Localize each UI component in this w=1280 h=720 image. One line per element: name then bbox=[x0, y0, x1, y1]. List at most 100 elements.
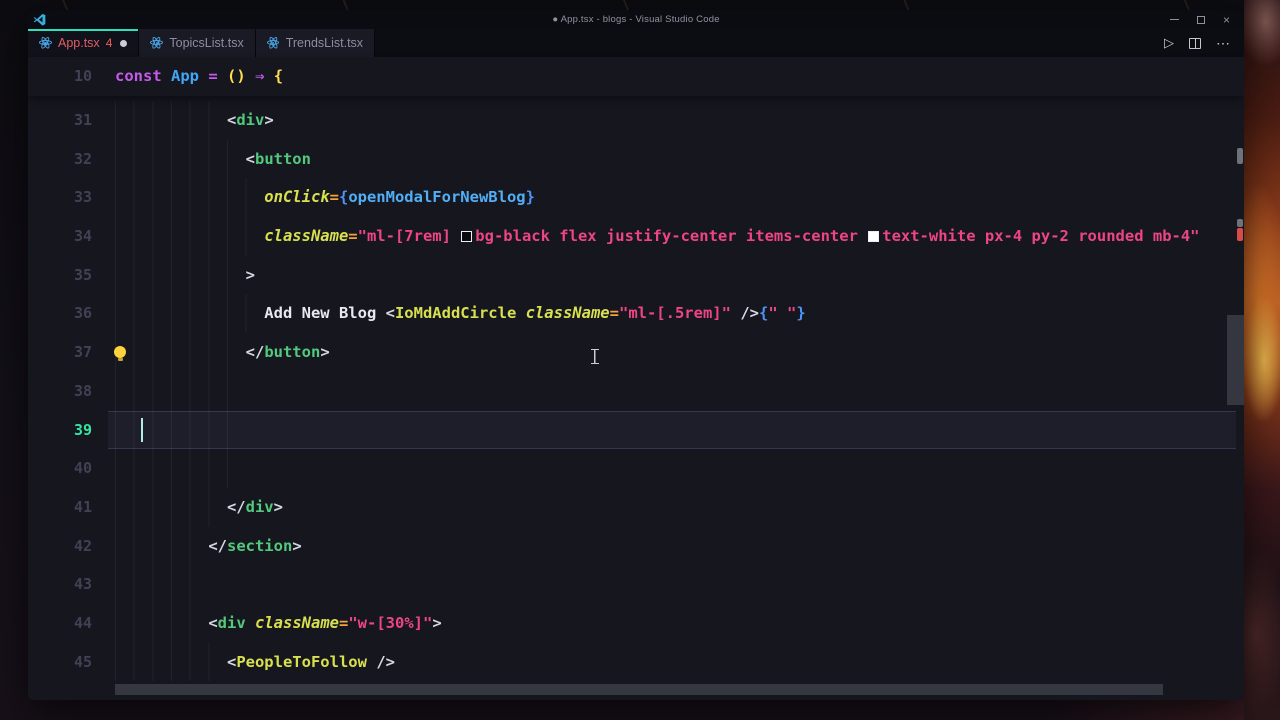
line-number[interactable]: 35 bbox=[28, 256, 92, 295]
line-number[interactable]: 32 bbox=[28, 140, 92, 179]
current-line-highlight bbox=[108, 410, 1236, 450]
code-line-32[interactable]: 32 <button bbox=[28, 139, 1244, 179]
line-number[interactable]: 34 bbox=[28, 217, 92, 256]
line-number[interactable]: 45 bbox=[28, 643, 92, 682]
code-line-38[interactable]: 38 bbox=[28, 371, 1244, 411]
more-actions-icon[interactable]: ⋯ bbox=[1216, 35, 1231, 52]
code-token: > bbox=[432, 613, 442, 632]
close-icon[interactable]: × bbox=[1223, 14, 1230, 26]
code-line-33[interactable]: 33 onClick={openModalForNewBlog} bbox=[28, 178, 1244, 218]
tab-topicslist-tsx[interactable]: TopicsList.tsx bbox=[139, 29, 256, 57]
line-number[interactable]: 39 bbox=[28, 411, 92, 450]
overview-ruler-mark bbox=[1236, 219, 1243, 227]
code-token: Add New Blog bbox=[264, 304, 386, 323]
indent-guides bbox=[115, 565, 199, 604]
code-token: bg-black flex justify-center items-cente… bbox=[475, 227, 868, 246]
code-token: () bbox=[227, 67, 246, 85]
line-number[interactable]: 40 bbox=[28, 449, 92, 488]
code-line-35[interactable]: 35 > bbox=[28, 255, 1244, 295]
tab-trendslist-tsx[interactable]: TrendsList.tsx bbox=[255, 29, 376, 57]
code-text: const App = () ⇒ { bbox=[115, 57, 283, 96]
code-token: App bbox=[171, 67, 200, 85]
color-swatch-icon bbox=[868, 231, 880, 243]
code-line-45[interactable]: 45 <PeopleToFollow /> bbox=[28, 642, 1244, 682]
sticky-scroll-line[interactable]: 10 const App = () ⇒ { bbox=[28, 57, 1244, 96]
code-token: < bbox=[385, 304, 395, 323]
code-token: </ bbox=[208, 536, 227, 555]
vertical-scrollbar[interactable] bbox=[1227, 315, 1244, 405]
code-token: className bbox=[525, 304, 610, 323]
run-icon[interactable]: ▷ bbox=[1164, 35, 1174, 51]
code-token: = bbox=[208, 67, 218, 85]
code-token: " " bbox=[768, 304, 797, 323]
title-bar[interactable]: ● App.tsx - blogs - Visual Studio Code × bbox=[28, 10, 1244, 29]
line-number[interactable]: 31 bbox=[28, 101, 92, 140]
react-icon bbox=[150, 36, 163, 50]
line-number[interactable]: 10 bbox=[28, 57, 92, 96]
code-text: <div className="w-[30%]"> bbox=[115, 604, 442, 643]
code-text: </button> bbox=[115, 333, 330, 372]
code-token: < bbox=[226, 111, 237, 129]
line-number[interactable]: 42 bbox=[28, 527, 92, 566]
line-number[interactable]: 33 bbox=[28, 178, 92, 217]
indent-guides bbox=[115, 371, 237, 411]
code-line-34[interactable]: 34 className="ml-[7rem] bg-black flex jus… bbox=[28, 217, 1244, 256]
overview-ruler-mark bbox=[1236, 148, 1243, 164]
line-number[interactable]: 41 bbox=[28, 488, 92, 527]
maximize-icon[interactable] bbox=[1196, 15, 1205, 24]
code-text: <PeopleToFollow /> bbox=[115, 643, 395, 682]
code-token: /> bbox=[740, 304, 759, 323]
tab-label: App.tsx bbox=[58, 36, 100, 50]
vscode-window: ● App.tsx - blogs - Visual Studio Code ×… bbox=[28, 10, 1244, 700]
horizontal-scrollbar[interactable] bbox=[115, 684, 1163, 695]
code-token: < bbox=[245, 149, 255, 168]
code-token: { bbox=[273, 67, 284, 85]
code-line-37[interactable]: 37 </button> bbox=[28, 333, 1244, 372]
code-line-44[interactable]: 44 <div className="w-[30%]"> bbox=[28, 603, 1244, 643]
react-icon bbox=[266, 36, 280, 50]
code-token: > bbox=[264, 111, 274, 129]
code-token: text-white px-4 py-2 rounded mb-4" bbox=[882, 227, 1200, 246]
text-cursor bbox=[141, 417, 143, 442]
overview-ruler-error-mark bbox=[1236, 228, 1243, 241]
tab-error-count: 4 bbox=[105, 36, 113, 50]
code-token: "ml-[.5rem]" bbox=[618, 304, 731, 323]
code-token: ⇒ bbox=[255, 67, 265, 85]
code-line-39[interactable]: 39 bbox=[28, 410, 1244, 450]
code-token: </ bbox=[245, 343, 265, 362]
code-line-40[interactable]: 40 bbox=[28, 449, 1244, 488]
code-line-10[interactable]: 10 const App = () ⇒ { bbox=[28, 57, 1244, 96]
code-line-36[interactable]: 36 Add New Blog <IoMdAddCircle className=… bbox=[28, 294, 1244, 334]
wallpaper-artwork bbox=[1244, 0, 1280, 720]
code-line-42[interactable]: 42 </section> bbox=[28, 526, 1244, 566]
code-token: className bbox=[255, 613, 339, 632]
tab-app-tsx[interactable]: App.tsx 4 bbox=[28, 29, 140, 57]
split-editor-icon[interactable] bbox=[1189, 37, 1201, 49]
line-number[interactable]: 36 bbox=[28, 294, 92, 333]
line-number[interactable]: 37 bbox=[28, 333, 92, 372]
code-token: button bbox=[264, 343, 321, 362]
react-icon bbox=[39, 36, 52, 50]
code-token: "w-[30%]" bbox=[348, 613, 433, 632]
code-token: > bbox=[292, 536, 302, 555]
code-text: </section> bbox=[115, 527, 302, 566]
code-line-41[interactable]: 41 </div> bbox=[28, 487, 1244, 527]
code-token: > bbox=[320, 343, 330, 362]
line-number[interactable]: 44 bbox=[28, 604, 92, 643]
minimize-icon[interactable] bbox=[1169, 19, 1179, 20]
code-token: div bbox=[236, 111, 265, 129]
code-line-31[interactable]: 31 <div> bbox=[28, 101, 1244, 140]
code-token: div bbox=[217, 613, 246, 632]
modified-dot-icon[interactable] bbox=[120, 39, 128, 47]
line-number[interactable]: 43 bbox=[28, 565, 92, 604]
code-token: /> bbox=[376, 652, 395, 671]
line-number[interactable]: 38 bbox=[28, 372, 92, 411]
code-token: className bbox=[264, 227, 349, 246]
code-line-43[interactable]: 43 bbox=[28, 565, 1244, 604]
code-editor[interactable]: 10 const App = () ⇒ { 31 <div> 32 <button 33 o… bbox=[28, 57, 1244, 700]
code-token: } bbox=[525, 188, 535, 207]
